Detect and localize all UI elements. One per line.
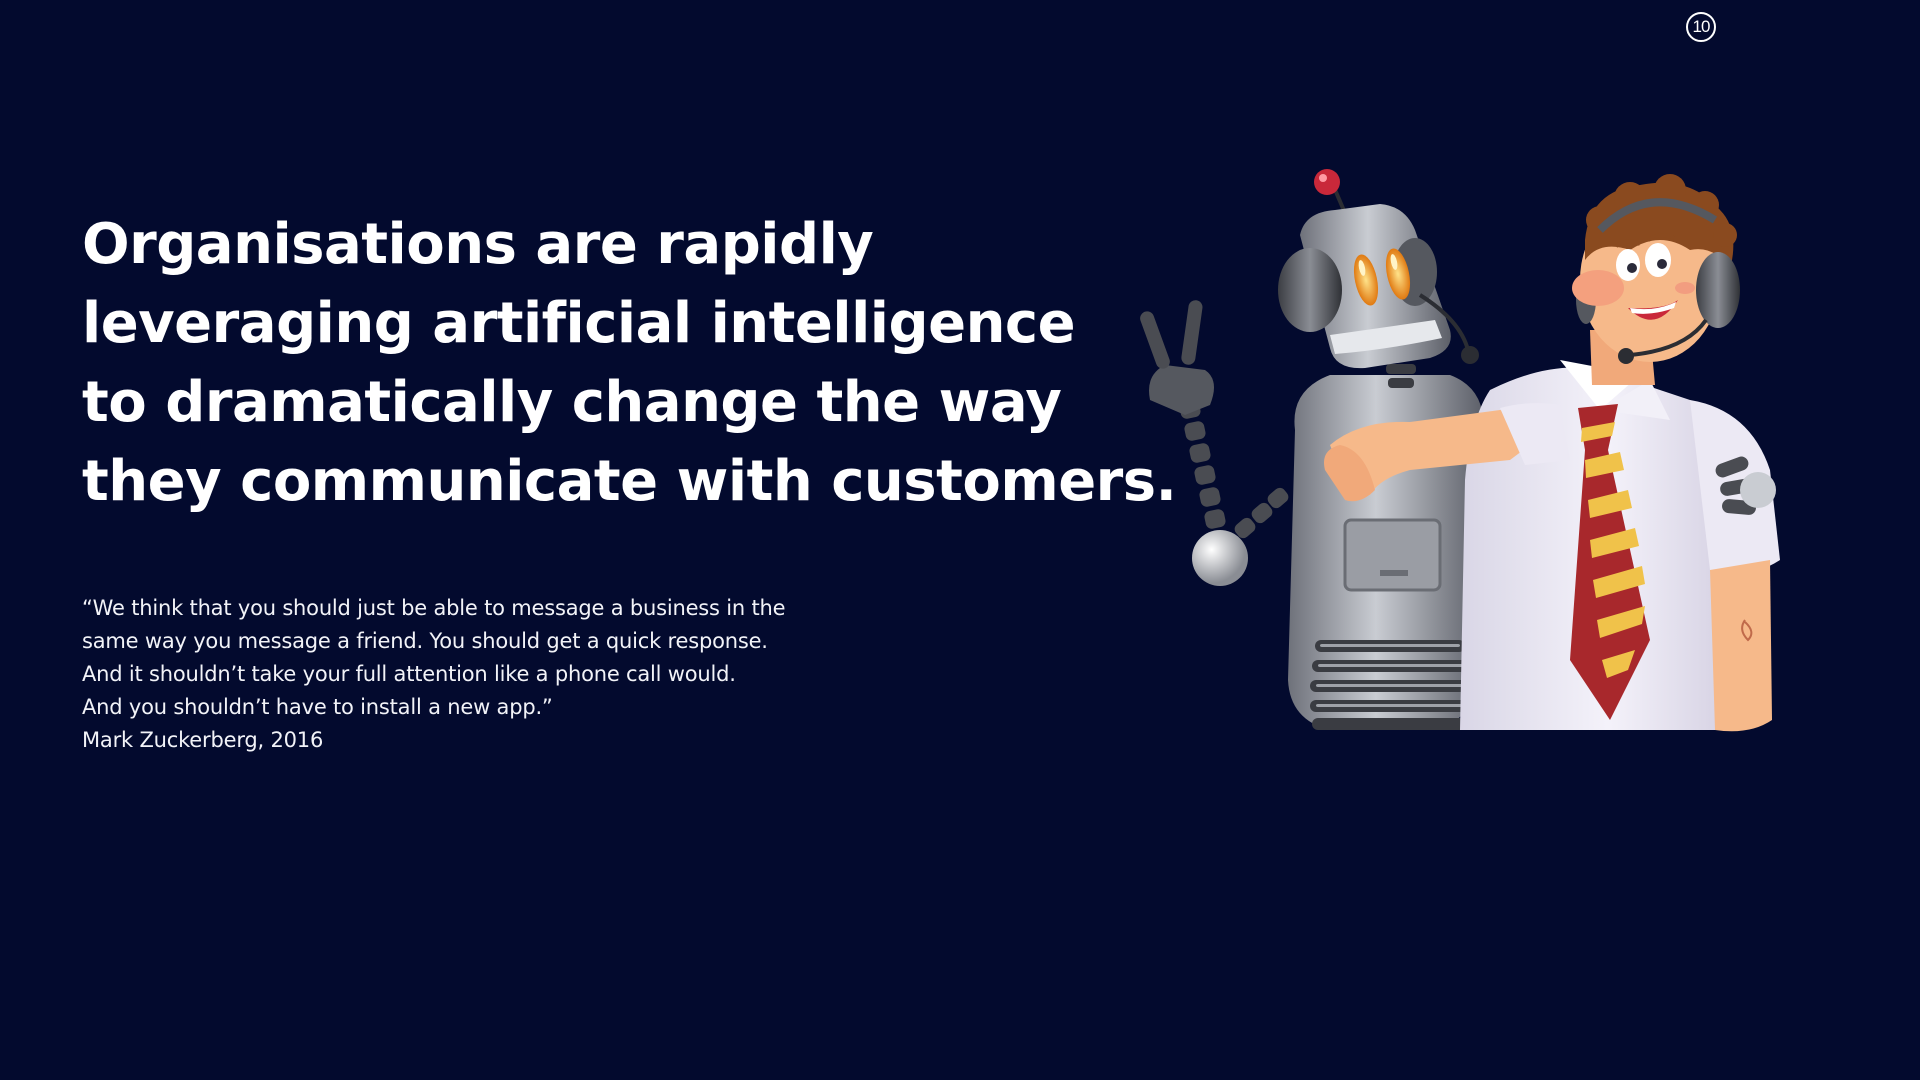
quote-line-2: same way you message a friend. You shoul… — [82, 629, 768, 653]
headline-line-2: leveraging artificial intelligence — [82, 291, 1076, 356]
robot-and-support-agent-illustration — [1140, 169, 1780, 732]
quote-block: “We think that you should just be able t… — [82, 592, 842, 757]
quote-line-3: And it shouldn’t take your full attentio… — [82, 662, 736, 686]
headline-line-1: Organisations are rapidly — [82, 212, 874, 277]
quote-line-1: “We think that you should just be able t… — [82, 596, 786, 620]
headline-line-3: to dramatically change the way — [82, 370, 1062, 435]
headline: Organisations are rapidly leveraging art… — [82, 205, 1177, 521]
page-number-badge: 10 — [1686, 12, 1716, 42]
headline-line-4: they communicate with customers. — [82, 449, 1177, 514]
slide: 10 Organisations are rapidly leveraging … — [0, 0, 1920, 1080]
quote-attribution: Mark Zuckerberg, 2016 — [82, 728, 324, 752]
quote-line-4: And you shouldn’t have to install a new … — [82, 695, 553, 719]
page-number: 10 — [1692, 17, 1711, 36]
